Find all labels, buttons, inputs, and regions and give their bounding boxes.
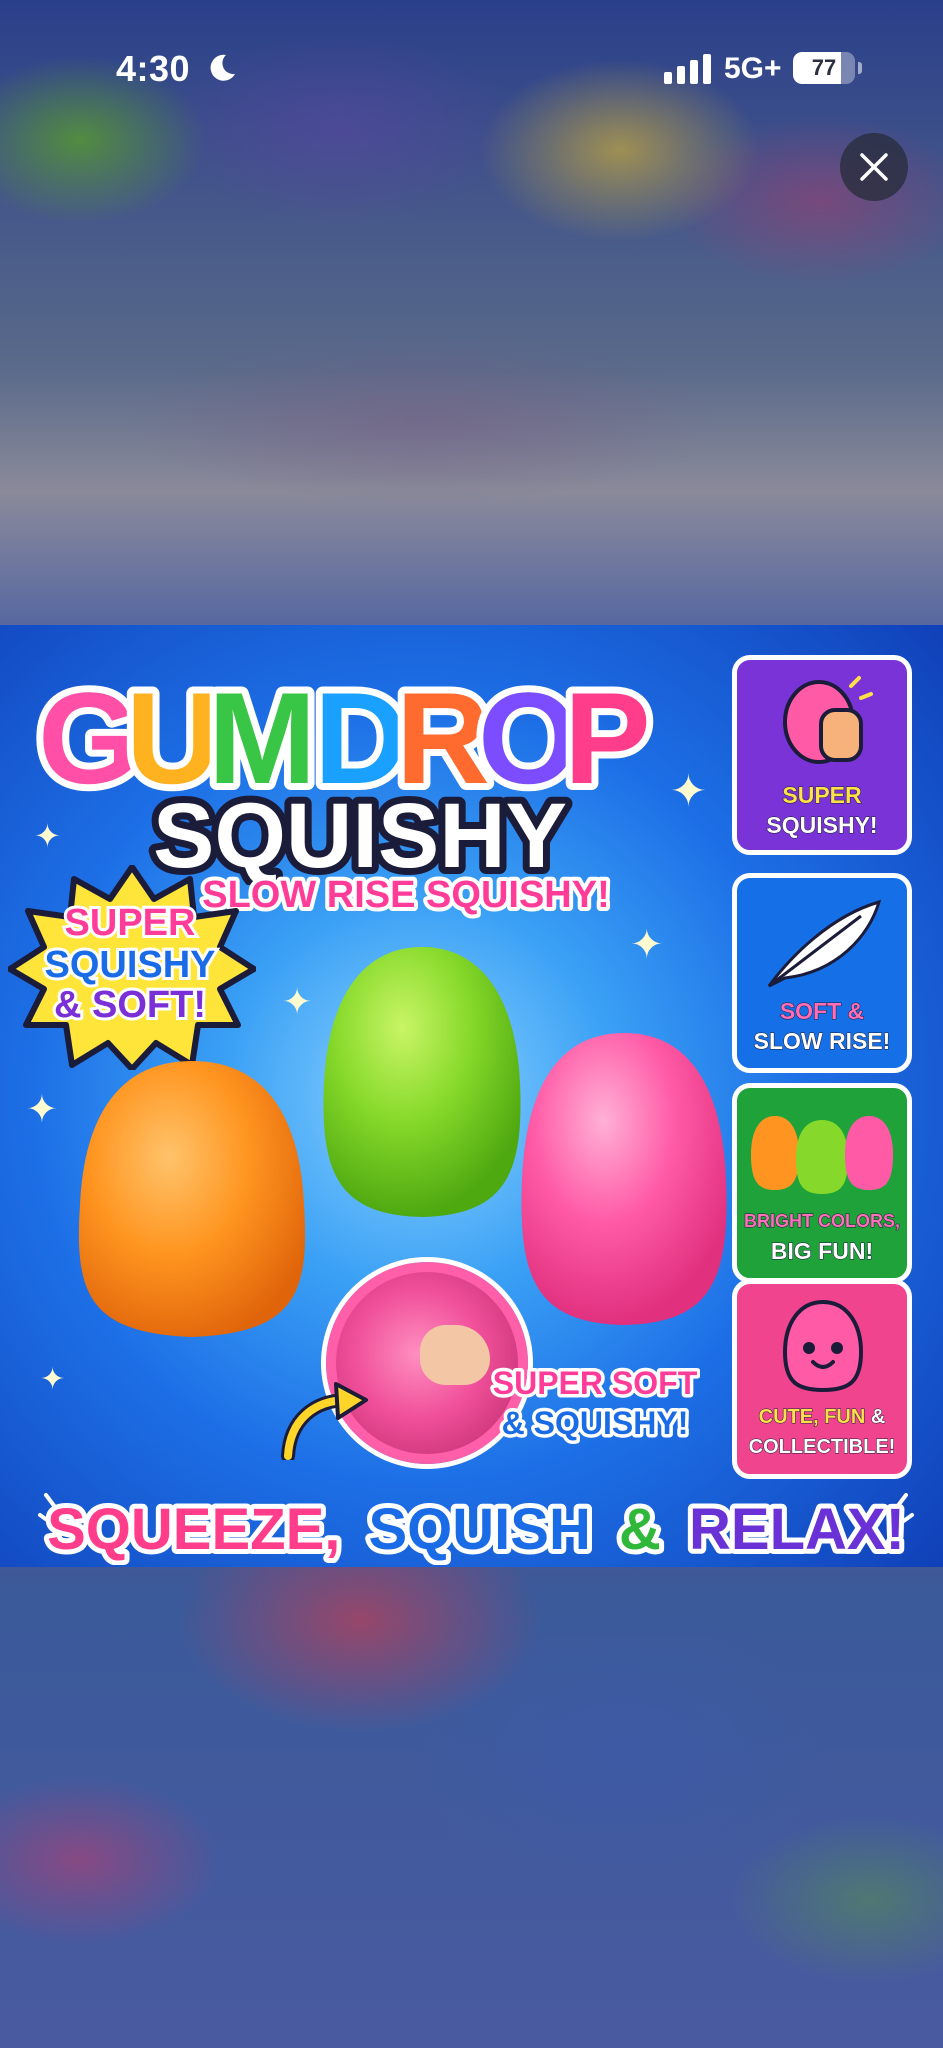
battery-tip [858, 62, 862, 74]
hand-icon [420, 1325, 490, 1385]
svg-text:SQUEEZE, SQUISH &: SQUEEZE, SQUISH & RELAX! [47, 1497, 905, 1562]
burst-line3: & SOFT! [54, 984, 206, 1026]
moon-icon [210, 54, 235, 81]
card4-line2: COLLECTIBLE! [748, 1436, 896, 1459]
three-gumdrops-icon [751, 1116, 893, 1194]
card3-line2: BIG FUN! [770, 1238, 874, 1265]
sparkle-icon: ✦ [630, 922, 664, 968]
slogan: SQUEEZE, SQUISH & RELAX! [38, 1492, 914, 1565]
arrow-icon [281, 1382, 368, 1460]
subtitle-text: SLOW RISE SQUISHY! [202, 874, 609, 916]
slogan-relax: RELAX! [689, 1497, 905, 1562]
slogan-squish: SQUISH [369, 1497, 591, 1562]
feature-card-super-squishy: SUPER SQUISHY! [732, 655, 912, 855]
smiling-gumdrop-icon [782, 1299, 864, 1393]
card2-line2: SLOW RISE! [753, 1028, 891, 1055]
product-image: ✦ ✦ ✦ ✦ ✦ ✦ ✦ GUMDROP SQUISHY SLOW RISE … [0, 625, 943, 1567]
network-type: 5G+ [724, 52, 782, 85]
battery-percent: 77 [811, 55, 837, 80]
close-icon [860, 153, 888, 181]
feature-card-cute-fun: CUTE, FUN & COLLECTIBLE! [732, 1279, 912, 1479]
status-time: 4:30 [116, 48, 191, 89]
starburst-badge: SUPER SQUISHY & SOFT! [8, 865, 256, 1070]
burst-line2: SQUISHY [44, 944, 215, 986]
squeeze-hand-icon [783, 676, 873, 764]
soft-caption-line1: SUPER SOFT [493, 1365, 698, 1401]
sparkle-icon: ✦ [282, 982, 313, 1023]
slogan-amp: & [619, 1497, 661, 1562]
soft-caption-line2: & SQUISHY! [502, 1405, 689, 1441]
card4-line1a: CUTE, [758, 1406, 819, 1429]
pink-gumdrop [521, 1033, 727, 1325]
sparkle-icon: ✦ [26, 1087, 58, 1131]
burst-line1: SUPER [65, 902, 196, 944]
signal-icon [664, 54, 711, 84]
card1-line1: SUPER [782, 782, 862, 809]
card2-line1: SOFT & [779, 998, 865, 1025]
close-button[interactable] [840, 133, 908, 201]
sparkle-icon: ✦ [670, 766, 707, 817]
sparkle-icon: ✦ [40, 1362, 66, 1397]
slogan-squeeze: SQUEEZE, [47, 1497, 340, 1562]
status-bar: 4:30 5G+ 77 [0, 0, 943, 140]
card3-line1: BRIGHT COLORS, [744, 1211, 901, 1232]
card4-line1b: FUN [824, 1406, 866, 1429]
orange-gumdrop [78, 1061, 306, 1337]
feature-card-soft-slow-rise: SOFT & SLOW RISE! [732, 873, 912, 1073]
feather-icon [767, 899, 882, 988]
soft-caption: SUPER SOFT & SQUISHY! [490, 1362, 700, 1445]
battery-icon: 77 [793, 52, 855, 84]
feature-card-bright-colors: BRIGHT COLORS, BIG FUN! [732, 1083, 912, 1283]
card1-line2: SQUISHY! [766, 812, 878, 839]
subtitle: SLOW RISE SQUISHY! [198, 870, 613, 920]
green-gumdrop [323, 947, 521, 1217]
card4-line1c: & [870, 1406, 886, 1429]
sparkle-icon: ✦ [34, 817, 61, 855]
